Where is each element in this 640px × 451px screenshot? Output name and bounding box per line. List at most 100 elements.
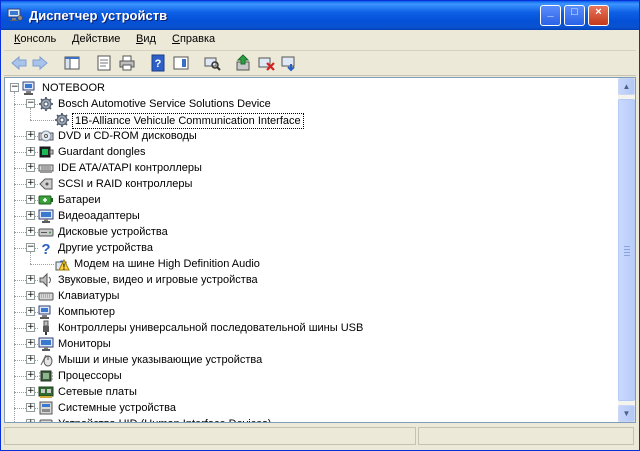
update-driver-icon[interactable]: [233, 53, 253, 73]
tree-item-label[interactable]: Клавиатуры: [56, 289, 121, 303]
print-icon[interactable]: [117, 53, 137, 73]
expand-button[interactable]: +: [26, 339, 35, 348]
help-icon[interactable]: ?: [148, 53, 168, 73]
tree-row[interactable]: + Видеоадаптеры: [5, 208, 616, 224]
tree-row[interactable]: + DVD и CD-ROM дисководы: [5, 128, 616, 144]
maximize-button[interactable]: □: [564, 5, 585, 26]
expand-button[interactable]: +: [26, 195, 35, 204]
menu-console[interactable]: Консоль: [14, 33, 56, 45]
tree-row[interactable]: ?!Модем на шине High Definition Audio: [5, 256, 616, 272]
tree-row[interactable]: + Звуковые, видео и игровые устройства: [5, 272, 616, 288]
tree-item-label[interactable]: Мониторы: [56, 337, 113, 351]
show-hide-icon[interactable]: [171, 53, 191, 73]
uninstall-icon[interactable]: [256, 53, 276, 73]
device-tree[interactable]: − NOTEBOOR − Bosch Automotive Service Solut…: [5, 78, 616, 422]
tree-item-label[interactable]: NOTEBOOR: [40, 81, 107, 95]
tree-item-label[interactable]: Bosch Automotive Service Solutions Devic…: [56, 97, 273, 111]
ide-icon: [38, 160, 54, 176]
dongle-icon: [38, 144, 54, 160]
expand-button[interactable]: +: [26, 307, 35, 316]
tree-item-label[interactable]: Системные устройства: [56, 401, 178, 415]
console-tree-icon[interactable]: [62, 53, 82, 73]
expand-button[interactable]: +: [26, 179, 35, 188]
tree-row[interactable]: + Мыши и иные указывающие устройства: [5, 352, 616, 368]
tree-item-label[interactable]: Guardant dongles: [56, 145, 147, 159]
tree-item-label[interactable]: Модем на шине High Definition Audio: [72, 257, 262, 271]
network-icon: [38, 384, 54, 400]
tree-row[interactable]: + Компьютер: [5, 304, 616, 320]
tree-item-label[interactable]: Сетевые платы: [56, 385, 139, 399]
scroll-thumb[interactable]: [618, 99, 635, 401]
scroll-down-button[interactable]: ▼: [618, 405, 635, 422]
menu-view[interactable]: Вид: [136, 33, 156, 45]
tree-item-label[interactable]: SCSI и RAID контроллеры: [56, 177, 194, 191]
tree-item-label[interactable]: Видеоадаптеры: [56, 209, 142, 223]
window-title: Диспетчер устройств: [29, 8, 168, 23]
expand-button[interactable]: +: [26, 275, 35, 284]
tree-row[interactable]: + Устройства HID (Human Interface Devices…: [5, 416, 616, 422]
battery-icon: [38, 192, 54, 208]
collapse-button[interactable]: −: [10, 83, 19, 92]
svg-text:!: !: [63, 263, 66, 272]
expand-button[interactable]: +: [26, 355, 35, 364]
minimize-button[interactable]: _: [540, 5, 561, 26]
tree-item-label[interactable]: 1B-Alliance Vehicule Communication Inter…: [72, 113, 304, 129]
vertical-scrollbar[interactable]: ▲ ▼: [618, 78, 635, 422]
tree-row[interactable]: + Дисковые устройства: [5, 224, 616, 240]
collapse-button[interactable]: −: [26, 99, 35, 108]
tree-item-label[interactable]: IDE ATA/ATAPI контроллеры: [56, 161, 204, 175]
tree-item-label[interactable]: Контроллеры универсальной последовательн…: [56, 321, 365, 335]
toolbar: ?: [4, 51, 636, 76]
tree-row[interactable]: + Guardant dongles: [5, 144, 616, 160]
tree-row[interactable]: + Сетевые платы: [5, 384, 616, 400]
menu-help[interactable]: Справка: [172, 33, 215, 45]
expand-button[interactable]: +: [26, 291, 35, 300]
expand-button[interactable]: +: [26, 323, 35, 332]
properties-icon[interactable]: [94, 53, 114, 73]
tree-row[interactable]: + Контроллеры универсальной последователь…: [5, 320, 616, 336]
tree-row[interactable]: + Мониторы: [5, 336, 616, 352]
tree-item-label[interactable]: Дисковые устройства: [56, 225, 170, 239]
tree-row[interactable]: + IDE ATA/ATAPI контроллеры: [5, 160, 616, 176]
expand-button[interactable]: +: [26, 163, 35, 172]
back-icon[interactable]: [9, 53, 29, 73]
expand-button[interactable]: +: [26, 131, 35, 140]
tree-item-label[interactable]: Другие устройства: [56, 241, 155, 255]
device-manager-window: Диспетчер устройств _ □ × Консоль Действ…: [0, 0, 640, 451]
tree-row[interactable]: −? Другие устройства: [5, 240, 616, 256]
tree-item-label[interactable]: Устройства HID (Human Interface Devices): [56, 417, 273, 422]
menu-action[interactable]: Действие: [72, 33, 120, 45]
svg-text:?: ?: [155, 58, 162, 70]
expand-button[interactable]: +: [26, 387, 35, 396]
tree-item-label[interactable]: Компьютер: [56, 305, 117, 319]
tree-row[interactable]: + Клавиатуры: [5, 288, 616, 304]
close-button[interactable]: ×: [588, 5, 609, 26]
tree-item-label[interactable]: Батареи: [56, 193, 103, 207]
scroll-up-button[interactable]: ▲: [618, 78, 635, 95]
tree-row[interactable]: − NOTEBOOR: [5, 80, 616, 96]
forward-icon[interactable]: [30, 53, 50, 73]
tree-item-label[interactable]: DVD и CD-ROM дисководы: [56, 129, 199, 143]
scan-hardware-icon[interactable]: [202, 53, 222, 73]
tree-row[interactable]: + Системные устройства: [5, 400, 616, 416]
collapse-button[interactable]: −: [26, 243, 35, 252]
expand-button[interactable]: +: [26, 403, 35, 412]
tree-row[interactable]: + Батареи: [5, 192, 616, 208]
gear-icon: [38, 96, 54, 112]
expand-button[interactable]: +: [26, 147, 35, 156]
title-bar[interactable]: Диспетчер устройств _ □ ×: [1, 1, 639, 30]
tree-row[interactable]: + SCSI и RAID контроллеры: [5, 176, 616, 192]
tree-row[interactable]: − Bosch Automotive Service Solutions Devi…: [5, 96, 616, 112]
expand-button[interactable]: +: [26, 211, 35, 220]
warning-icon: ?!: [54, 256, 70, 272]
tree-row[interactable]: 1B-Alliance Vehicule Communication Inter…: [5, 112, 616, 129]
mouse-icon: [38, 352, 54, 368]
tree-item-label[interactable]: Мыши и иные указывающие устройства: [56, 353, 264, 367]
tree-item-label[interactable]: Звуковые, видео и игровые устройства: [56, 273, 260, 287]
disable-icon[interactable]: [279, 53, 299, 73]
expand-button[interactable]: +: [26, 371, 35, 380]
expand-button[interactable]: +: [26, 419, 35, 422]
tree-item-label[interactable]: Процессоры: [56, 369, 124, 383]
tree-row[interactable]: + Процессоры: [5, 368, 616, 384]
expand-button[interactable]: +: [26, 227, 35, 236]
